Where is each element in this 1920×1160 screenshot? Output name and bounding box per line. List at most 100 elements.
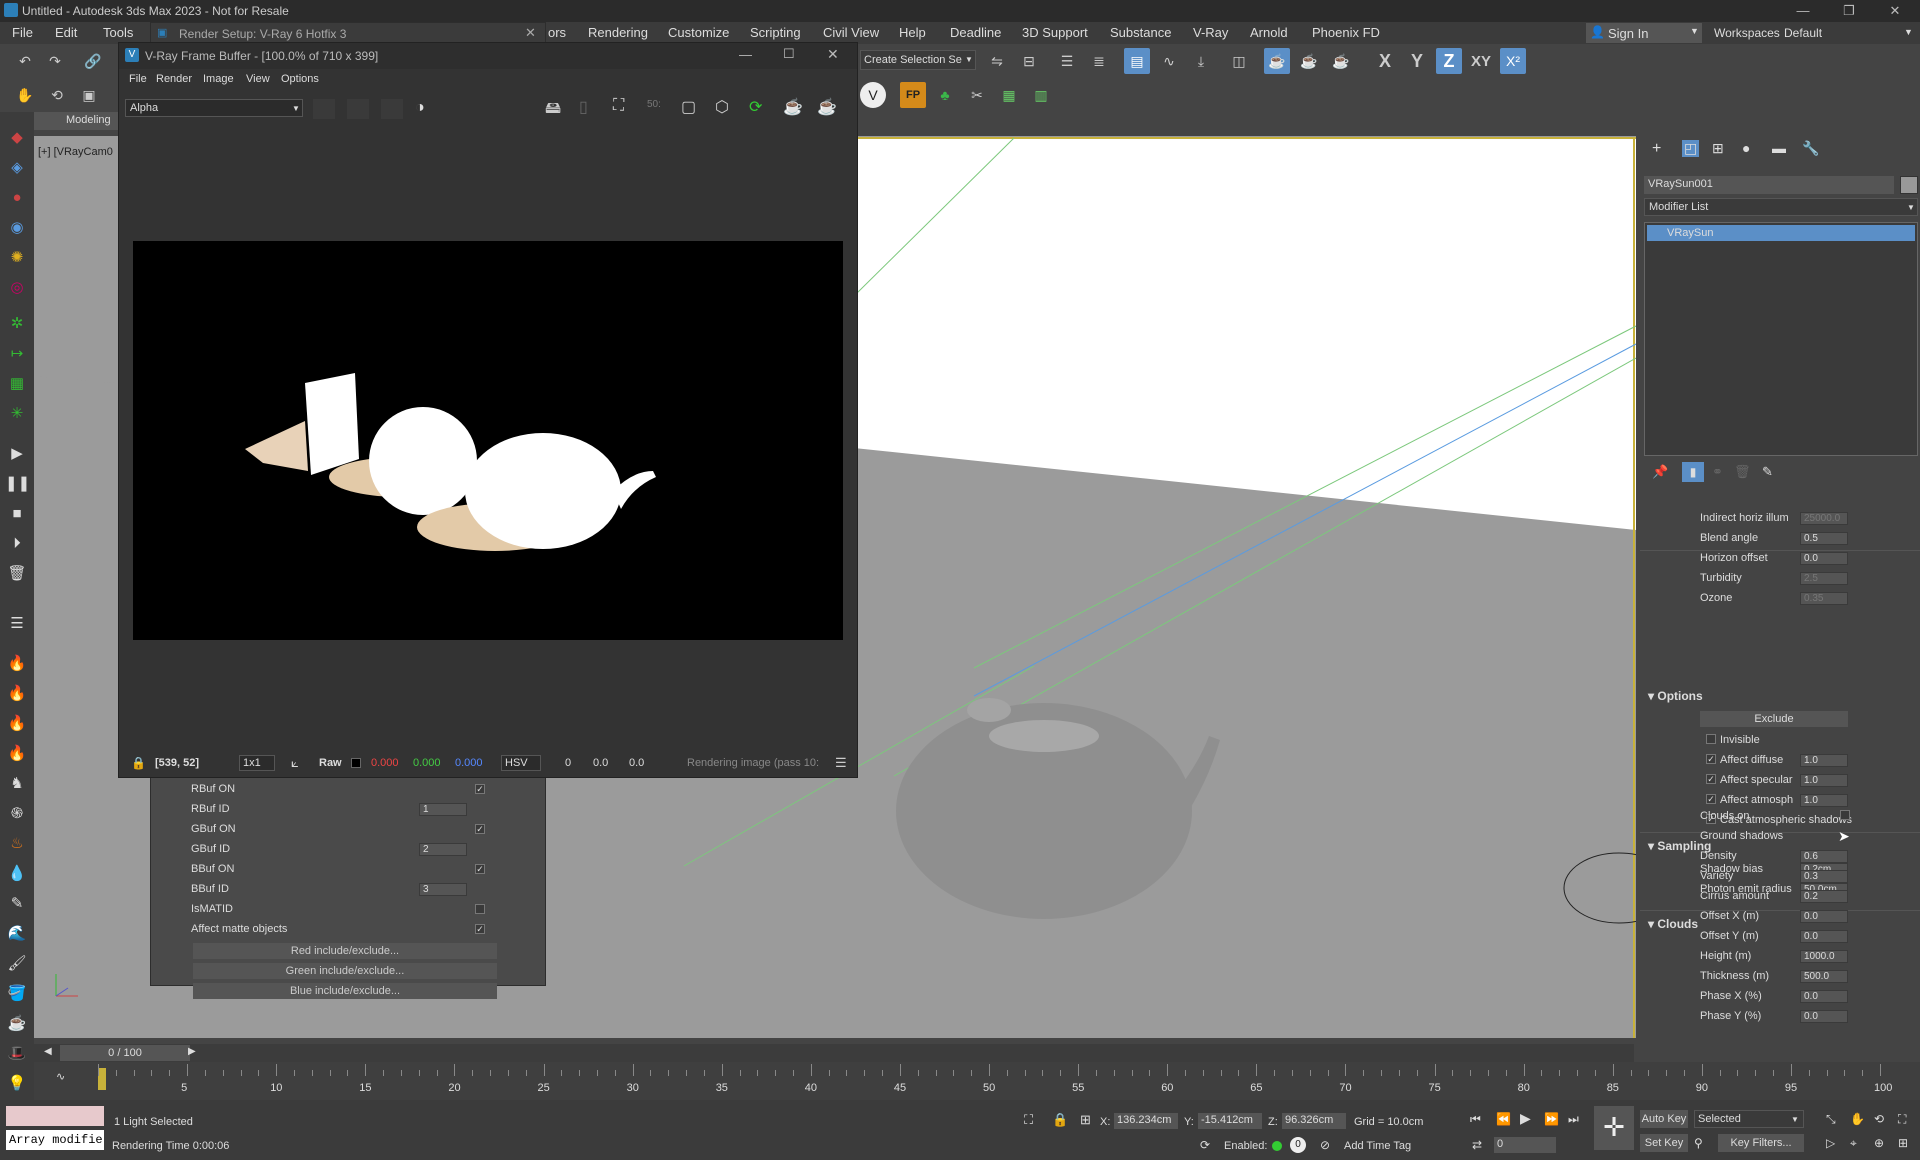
make-unique-icon[interactable]: ⚭ bbox=[1712, 464, 1723, 480]
utilities-tab-icon[interactable]: 🔧 bbox=[1802, 140, 1819, 157]
clouds-on-checkbox[interactable] bbox=[1840, 810, 1850, 820]
menu-tools[interactable]: Tools bbox=[103, 25, 133, 40]
grid-icon[interactable]: ▦ bbox=[5, 372, 29, 396]
key-filters-button[interactable]: Key Filters... bbox=[1718, 1134, 1804, 1152]
list-icon[interactable]: ▦ bbox=[996, 82, 1022, 108]
forest-icon[interactable]: ♣ bbox=[932, 82, 958, 108]
next-key-icon[interactable]: ⏩ bbox=[1544, 1112, 1559, 1126]
modify-tab-icon[interactable]: ◰ bbox=[1682, 140, 1700, 157]
curve-editor-mini-icon[interactable]: ∿ bbox=[56, 1070, 65, 1083]
orbit-view-icon[interactable]: ⟲ bbox=[1874, 1112, 1884, 1126]
mirror-icon[interactable]: ⇋ bbox=[984, 48, 1010, 74]
param-checkbox[interactable]: ✓ bbox=[475, 824, 485, 834]
y-coord-field[interactable]: -15.412cm bbox=[1198, 1113, 1262, 1129]
phase-y-spinner[interactable]: 0.0 bbox=[1800, 1010, 1848, 1023]
cup-icon[interactable]: ☕ bbox=[5, 1012, 29, 1036]
lock-selection-icon[interactable]: 🔒 bbox=[1052, 1112, 1068, 1128]
menu-arnold[interactable]: Arnold bbox=[1250, 25, 1288, 40]
trash-icon[interactable]: 🗑 bbox=[5, 562, 29, 586]
link-icon[interactable]: 🔗 bbox=[80, 48, 106, 74]
affect-specular-checkbox[interactable]: ✓ bbox=[1706, 774, 1716, 784]
green-include-exclude-button[interactable]: Green include/exclude... bbox=[193, 963, 497, 979]
frame-icon[interactable]: ▢ bbox=[681, 97, 696, 117]
param-checkbox[interactable]: ✓ bbox=[475, 784, 485, 794]
maximize-icon[interactable]: ☐ bbox=[783, 46, 795, 62]
workspace-select[interactable]: Default ▼ bbox=[1780, 23, 1916, 43]
param-checkbox[interactable]: ✓ bbox=[475, 864, 485, 874]
zoom-extents-icon[interactable]: ⤡ bbox=[1826, 1112, 1836, 1127]
align-icon[interactable]: ⊟ bbox=[1016, 48, 1042, 74]
render-setup-icon[interactable]: ☕ bbox=[1264, 48, 1290, 74]
region-render-icon[interactable]: ⛶ bbox=[613, 97, 624, 115]
blue-include-exclude-button[interactable]: Blue include/exclude... bbox=[193, 983, 497, 999]
offset-x-spinner[interactable]: 0.0 bbox=[1800, 910, 1848, 923]
create-tab-icon[interactable]: + bbox=[1652, 140, 1661, 158]
thickness-spinner[interactable]: 500.0 bbox=[1800, 970, 1848, 983]
stop-render-icon[interactable]: ☕ bbox=[817, 97, 837, 117]
vfb-menu-render[interactable]: Render bbox=[156, 73, 192, 85]
exclude-button[interactable]: Exclude bbox=[1700, 711, 1848, 727]
field-of-view-icon[interactable]: ▷ bbox=[1826, 1136, 1835, 1150]
modifier-list-select[interactable]: Modifier List ▼ bbox=[1644, 198, 1918, 216]
rendered-image[interactable] bbox=[133, 241, 843, 640]
key-filter-icon[interactable]: ⚲ bbox=[1694, 1136, 1703, 1150]
phase-x-spinner[interactable]: 0.0 bbox=[1800, 990, 1848, 1003]
next-frame-icon[interactable]: ▶ bbox=[188, 1046, 196, 1057]
history-icon[interactable]: ☰ bbox=[835, 755, 847, 771]
height-spinner[interactable]: 1000.0 bbox=[1800, 950, 1848, 963]
fire2-icon[interactable]: 🔥 bbox=[5, 682, 29, 706]
options-rollout-title[interactable]: ▾ Options bbox=[1648, 689, 1703, 703]
sample-size-select[interactable]: 1x1 bbox=[239, 755, 275, 771]
set-key-big-icon[interactable]: ✛ bbox=[1594, 1106, 1634, 1150]
set-key-button[interactable]: Set Key bbox=[1640, 1134, 1688, 1152]
hat-icon[interactable]: 🎩 bbox=[5, 1042, 29, 1066]
close-icon[interactable]: ✕ bbox=[1872, 0, 1918, 22]
param-spinner[interactable]: 3 bbox=[419, 883, 467, 896]
menu-edit[interactable]: Edit bbox=[55, 25, 77, 40]
bucket-icon[interactable]: 🪣 bbox=[5, 982, 29, 1006]
menu-scripting[interactable]: Scripting bbox=[750, 25, 801, 40]
goto-start-icon[interactable]: ⏮ bbox=[1470, 1112, 1481, 1127]
mono-channel-icon[interactable]: ◑ bbox=[415, 99, 425, 117]
ribbon-toggle-icon[interactable]: ▤ bbox=[1124, 48, 1150, 74]
spark-icon[interactable]: ✳ bbox=[5, 402, 29, 426]
layer-explorer-icon[interactable]: ≣ bbox=[1086, 48, 1112, 74]
schematic-view-icon[interactable]: ⤓ bbox=[1188, 48, 1214, 74]
material-editor-icon[interactable]: ◫ bbox=[1226, 48, 1252, 74]
current-frame-field[interactable]: 0 bbox=[1494, 1137, 1556, 1153]
object-color-swatch[interactable] bbox=[1900, 176, 1918, 194]
close-icon[interactable]: ✕ bbox=[525, 25, 536, 41]
param-spinner[interactable]: 1 bbox=[419, 803, 467, 816]
channel-select[interactable]: Alpha ▼ bbox=[125, 99, 303, 117]
water-icon[interactable]: 🌊 bbox=[5, 922, 29, 946]
pan-view-icon[interactable]: ✋ bbox=[1850, 1112, 1865, 1126]
enabled-indicator[interactable] bbox=[1272, 1141, 1282, 1151]
play-animation-icon[interactable]: ▶ bbox=[1520, 1110, 1531, 1127]
blue-channel-icon[interactable] bbox=[381, 99, 403, 119]
record-icon[interactable]: ⏵ bbox=[5, 532, 29, 556]
axis-constraint-icon[interactable]: X² bbox=[1500, 48, 1526, 74]
maxscript-listener-mini[interactable] bbox=[6, 1106, 104, 1126]
color-picker-icon[interactable]: ⟀ bbox=[291, 755, 299, 771]
torus-icon[interactable]: ◎ bbox=[5, 276, 29, 300]
param-spinner[interactable]: 25000.0 bbox=[1800, 512, 1848, 525]
vfb-menu-image[interactable]: Image bbox=[203, 73, 234, 85]
add-time-tag[interactable]: Add Time Tag bbox=[1344, 1140, 1411, 1152]
modifier-stack-item[interactable]: VRaySun bbox=[1647, 225, 1915, 241]
axis-z-button[interactable]: Z bbox=[1436, 48, 1462, 74]
redo-icon[interactable]: ↷ bbox=[42, 48, 68, 74]
vfb-menu-view[interactable]: View bbox=[246, 73, 270, 85]
bake-icon[interactable]: ▣ bbox=[76, 82, 102, 108]
x-coord-field[interactable]: 136.234cm bbox=[1114, 1113, 1178, 1129]
save-image-icon[interactable]: 🖴 bbox=[545, 97, 561, 124]
isolate-icon[interactable]: ⛶ bbox=[1024, 1112, 1033, 1128]
absolute-mode-icon[interactable]: ⊞ bbox=[1080, 1112, 1091, 1128]
info-icon[interactable]: 0 bbox=[1290, 1137, 1306, 1153]
hierarchy-tab-icon[interactable]: ⊞ bbox=[1712, 140, 1724, 157]
curve-editor-icon[interactable]: ∿ bbox=[1156, 48, 1182, 74]
sphere-icon[interactable]: ● bbox=[5, 186, 29, 210]
sign-in-dropdown[interactable]: 👤 Sign In ▼ bbox=[1586, 23, 1702, 43]
menu-phoenix-fd[interactable]: Phoenix FD bbox=[1312, 25, 1380, 40]
affect-atmospherics-checkbox[interactable]: ✓ bbox=[1706, 794, 1716, 804]
zoom-region-icon[interactable]: ⊕ bbox=[1874, 1136, 1884, 1150]
